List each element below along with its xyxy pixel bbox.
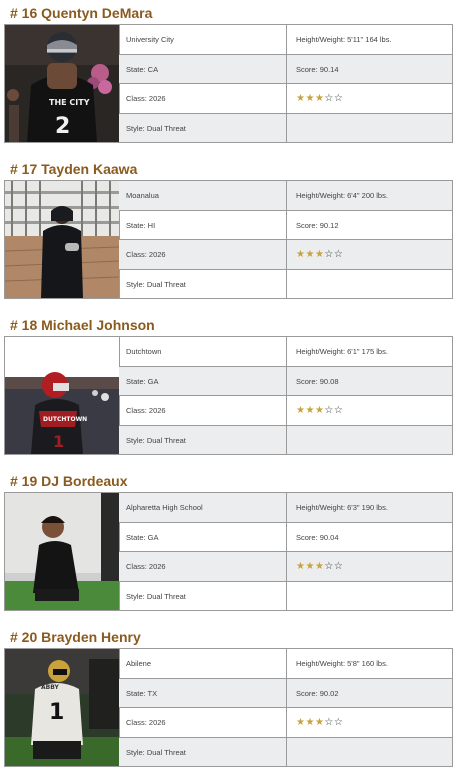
star-empty-icon: ☆ — [324, 93, 334, 104]
state: State: HI — [119, 210, 286, 239]
class-year: Class: 2026 — [119, 551, 286, 581]
play-style: Style: Dual Threat — [119, 737, 286, 766]
height-weight: Height/Weight: 6'1" 175 lbs. — [286, 337, 452, 366]
star-filled-icon: ★ — [305, 249, 315, 260]
player-photo: THE CITY 2 — [5, 25, 120, 142]
play-style: Style: Dual Threat — [119, 581, 286, 610]
star-filled-icon: ★ — [314, 249, 325, 260]
score: Score: 90.08 — [286, 366, 452, 395]
star-filled-icon: ★ — [314, 93, 325, 104]
school: University City — [126, 35, 174, 44]
player-info-table: THE CITY 2 University City Height/Weight… — [4, 24, 453, 143]
player-name[interactable]: # 18 Michael Johnson — [10, 314, 155, 336]
play-style: Style: Dual Threat — [119, 425, 286, 454]
star-empty-icon: ☆ — [333, 717, 344, 728]
player-photo: ABBY 1 — [5, 649, 120, 766]
star-filled-icon: ★ — [305, 561, 315, 572]
player-photo — [5, 493, 120, 610]
star-filled-icon: ★ — [314, 405, 325, 416]
score: Score: 90.14 — [286, 54, 452, 83]
player-name[interactable]: # 16 Quentyn DeMara — [10, 2, 152, 24]
star-rating: ★★★☆☆ — [286, 551, 452, 581]
stars: ★★★☆☆ — [296, 561, 343, 572]
star-empty-icon: ☆ — [333, 93, 344, 104]
star-rating: ★★★☆☆ — [286, 395, 452, 425]
stars: ★★★☆☆ — [296, 93, 343, 104]
svg-text:THE CITY: THE CITY — [49, 98, 90, 107]
svg-text:1: 1 — [49, 700, 64, 725]
class-year: Class: 2026 — [119, 83, 286, 113]
player-name[interactable]: # 20 Brayden Henry — [10, 626, 141, 648]
star-empty-icon: ☆ — [324, 561, 334, 572]
school: Dutchtown — [126, 347, 162, 356]
school: Abilene — [126, 659, 152, 668]
player-info-table: ABBY 1 Abilene Height/Weight: 5'8" 160 l… — [4, 648, 453, 767]
player-name[interactable]: # 19 DJ Bordeaux — [10, 470, 128, 492]
svg-text:DUTCHTOWN: DUTCHTOWN — [43, 416, 87, 423]
empty-cell — [286, 581, 452, 610]
empty-cell — [286, 737, 452, 766]
school: Moanalua — [119, 181, 286, 210]
star-filled-icon: ★ — [314, 561, 325, 572]
height-weight: Height/Weight: 6'4" 200 lbs. — [286, 181, 452, 210]
star-filled-icon: ★ — [314, 717, 325, 728]
star-filled-icon: ★ — [305, 93, 315, 104]
star-rating: ★★★☆☆ — [286, 83, 452, 113]
class-year: Class: 2026 — [119, 239, 286, 269]
height-weight: Height/Weight: 5'8" 160 lbs. — [286, 649, 452, 678]
state: State: GA — [119, 522, 286, 551]
state: State: CA — [119, 54, 286, 83]
score: Score: 90.04 — [286, 522, 452, 551]
star-empty-icon: ☆ — [324, 405, 334, 416]
svg-text:1: 1 — [53, 432, 64, 451]
svg-text:ABBY: ABBY — [41, 684, 59, 691]
empty-cell — [286, 113, 452, 142]
star-empty-icon: ☆ — [333, 249, 344, 260]
star-empty-icon: ☆ — [333, 405, 344, 416]
state: State: GA — [119, 366, 286, 395]
stars: ★★★☆☆ — [296, 249, 343, 260]
player-info-table: Moanalua Height/Weight: 6'4" 200 lbs. St… — [4, 180, 453, 299]
class-year: Class: 2026 — [119, 707, 286, 737]
star-empty-icon: ☆ — [333, 561, 344, 572]
score: Score: 90.02 — [286, 678, 452, 707]
star-filled-icon: ★ — [305, 405, 315, 416]
school: Alpharetta High School — [119, 493, 286, 522]
player-info-table: DUTCHTOWN 1 Dutchtown Height/Weight: 6'1… — [4, 336, 453, 455]
score: Score: 90.12 — [286, 210, 452, 239]
player-info-table: Alpharetta High School Height/Weight: 6'… — [4, 492, 453, 611]
height-weight: Height/Weight: 5'11" 164 lbs. — [286, 25, 452, 54]
star-empty-icon: ☆ — [324, 717, 334, 728]
player-name[interactable]: # 17 Tayden Kaawa — [10, 158, 137, 180]
stars: ★★★☆☆ — [296, 405, 343, 416]
star-rating: ★★★☆☆ — [286, 707, 452, 737]
svg-text:2: 2 — [55, 114, 70, 139]
star-filled-icon: ★ — [305, 717, 315, 728]
play-style: Style: Dual Threat — [119, 269, 286, 298]
state: State: TX — [119, 678, 286, 707]
height-weight: Height/Weight: 6'3" 190 lbs. — [286, 493, 452, 522]
stars: ★★★☆☆ — [296, 717, 343, 728]
star-rating: ★★★☆☆ — [286, 239, 452, 269]
empty-cell — [286, 425, 452, 454]
class-year: Class: 2026 — [119, 395, 286, 425]
empty-cell — [286, 269, 452, 298]
star-empty-icon: ☆ — [324, 249, 334, 260]
play-style: Style: Dual Threat — [119, 113, 286, 142]
player-photo — [5, 181, 120, 298]
player-photo: DUTCHTOWN 1 — [5, 337, 120, 454]
